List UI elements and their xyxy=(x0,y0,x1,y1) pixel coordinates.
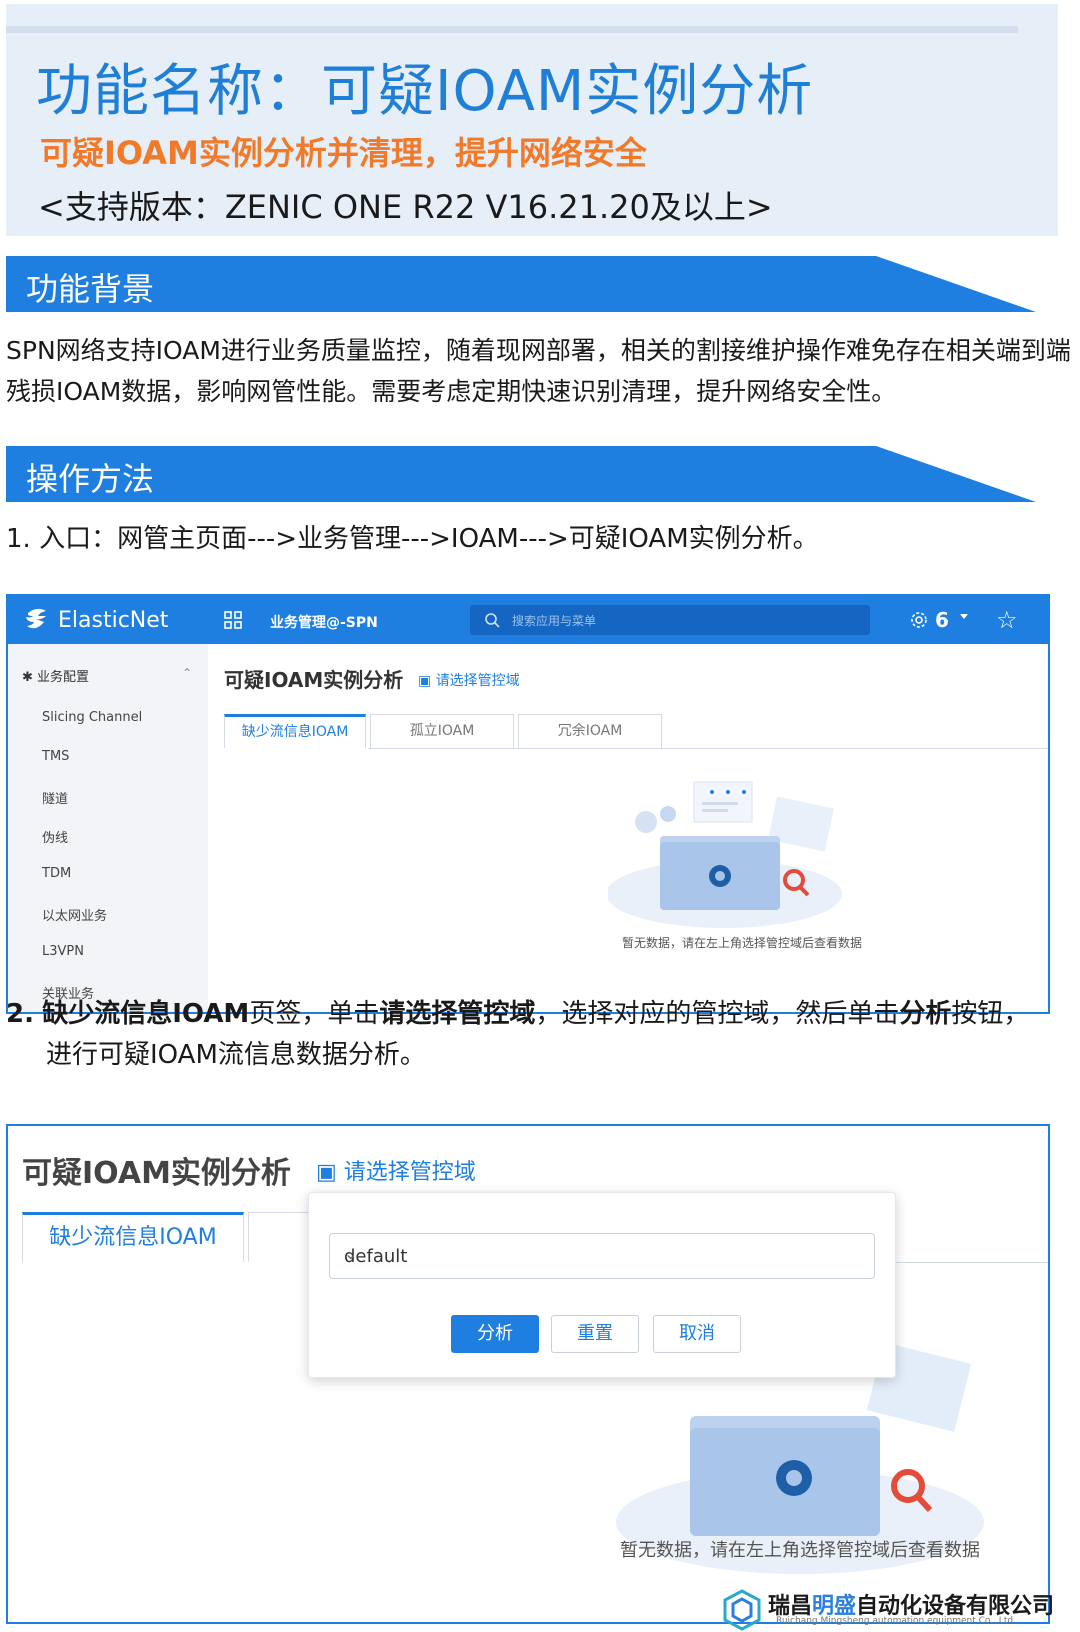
sidebar: ✱ 业务配置 ⌃ Slicing Channel TMS 隧道 伪线 TDM 以… xyxy=(8,644,208,1012)
bold-term: 分析 xyxy=(899,999,952,1029)
cancel-button[interactable]: 取消 xyxy=(653,1315,741,1353)
step-1-text: 1. 入口：网管主页面--->业务管理--->IOAM--->可疑IOAM实例分… xyxy=(6,524,819,554)
banner-shape xyxy=(6,446,1036,502)
section-heading: 操作方法 xyxy=(26,460,155,498)
search-icon xyxy=(485,613,500,628)
step-text: 按钮， xyxy=(951,999,1030,1029)
chevron-down-icon[interactable] xyxy=(960,614,968,619)
section-heading: 功能背景 xyxy=(26,270,155,308)
supported-version: <支持版本：ZENIC ONE R22 V16.21.20及以上> xyxy=(38,188,773,226)
chevron-down-icon[interactable]: ⌄ xyxy=(344,1244,862,1263)
select-domain-link[interactable]: ▣ 请选择管控域 xyxy=(418,670,520,690)
company-name-english: Ruichang Mingsheng automation equipment … xyxy=(776,1616,1014,1626)
reset-button[interactable]: 重置 xyxy=(551,1315,639,1353)
domain-select-popover: default ⌄ 分析 重置 取消 xyxy=(308,1192,896,1378)
sidebar-item[interactable]: TDM xyxy=(42,866,71,881)
sidebar-item[interactable]: 以太网业务 xyxy=(42,905,107,924)
bold-term: 请选择管控域 xyxy=(379,999,536,1029)
background-paragraph: SPN网络支持IOAM进行业务质量监控，随着现网部署，相关的割接维护操作难免存在… xyxy=(6,336,1071,406)
step-number: 2. xyxy=(6,999,34,1029)
app-grid-icon[interactable] xyxy=(224,611,242,629)
sidebar-item[interactable]: 伪线 xyxy=(42,827,68,846)
analyze-button[interactable]: 分析 xyxy=(451,1315,539,1353)
domain-select[interactable]: default ⌄ xyxy=(329,1233,875,1279)
sidebar-item[interactable]: L3VPN xyxy=(42,944,84,959)
select-domain-link[interactable]: ▣ 请选择管控域 xyxy=(316,1154,476,1186)
step-text: ，选择对应的管控域，然后单击 xyxy=(535,999,900,1029)
step-2-text: 2. 缺少流信息IOAM页签，单击请选择管控域，选择对应的管控域，然后单击分析按… xyxy=(6,994,1076,1076)
company-footer: 瑞昌明盛自动化设备有限公司 Ruichang Mingsheng automat… xyxy=(720,1588,1076,1632)
tab-divider xyxy=(368,748,1048,749)
sidebar-item[interactable]: Slicing Channel xyxy=(42,710,142,725)
header-top-line xyxy=(6,26,1018,33)
page-subtitle: 可疑IOAM实例分析并清理，提升网络安全 xyxy=(40,134,647,172)
elasticnet-logo-icon xyxy=(26,608,46,629)
search-bar[interactable]: 搜索应用与菜单 xyxy=(470,605,870,635)
app-header: ElasticNet 业务管理@-SPN 搜索应用与菜单 6 ☆ xyxy=(8,596,1048,644)
section-banner-background: 功能背景 xyxy=(6,256,1076,314)
app-brand: ElasticNet xyxy=(58,608,169,633)
panel-title: 可疑IOAM实例分析 xyxy=(22,1156,291,1191)
step-text: 页签，单击 xyxy=(249,999,380,1029)
sidebar-group-service-config[interactable]: ✱ 业务配置 xyxy=(22,666,89,685)
page-title: 功能名称：可疑IOAM实例分析 xyxy=(36,59,814,124)
empty-state-text: 暂无数据，请在左上角选择管控域后查看数据 xyxy=(620,1540,980,1561)
tab-redundant-ioam[interactable]: 冗余IOAM xyxy=(518,714,662,748)
notification-counter[interactable]: 6 xyxy=(910,608,949,632)
sidebar-item[interactable]: TMS xyxy=(42,749,69,764)
search-placeholder: 搜索应用与菜单 xyxy=(512,614,597,628)
tab-missing-flow-ioam[interactable]: 缺少流信息IOAM xyxy=(224,714,366,748)
panel-title: 可疑IOAM实例分析 xyxy=(224,668,404,692)
empty-state-text: 暂无数据，请在左上角选择管控域后查看数据 xyxy=(622,936,863,950)
sidebar-item[interactable]: 隧道 xyxy=(42,788,68,807)
settings-icon xyxy=(911,612,927,628)
screenshot-entry: ElasticNet 业务管理@-SPN 搜索应用与菜单 6 ☆ ✱ 业务配置 xyxy=(6,594,1050,1014)
section-banner-method: 操作方法 xyxy=(6,446,1076,504)
banner-shape xyxy=(6,256,1036,312)
screenshot-analysis: 可疑IOAM实例分析 ▣ 请选择管控域 缺少流信息IOAM 暂无数据，请在左上角… xyxy=(6,1124,1050,1624)
step-text: 进行可疑IOAM流信息数据分析。 xyxy=(46,1040,426,1070)
bold-term: 缺少流信息IOAM xyxy=(42,999,250,1029)
module-name[interactable]: 业务管理@-SPN xyxy=(270,612,378,632)
header-card: 功能名称：可疑IOAM实例分析 可疑IOAM实例分析并清理，提升网络安全 <支持… xyxy=(6,4,1058,236)
tab-missing-flow-ioam[interactable]: 缺少流信息IOAM xyxy=(22,1212,244,1262)
tab-orphan-ioam[interactable]: 孤立IOAM xyxy=(370,714,514,748)
chevron-up-icon[interactable]: ⌃ xyxy=(182,666,192,680)
notification-count: 6 xyxy=(934,608,949,632)
company-logo-icon xyxy=(723,1589,761,1631)
star-icon[interactable]: ☆ xyxy=(996,606,1018,634)
